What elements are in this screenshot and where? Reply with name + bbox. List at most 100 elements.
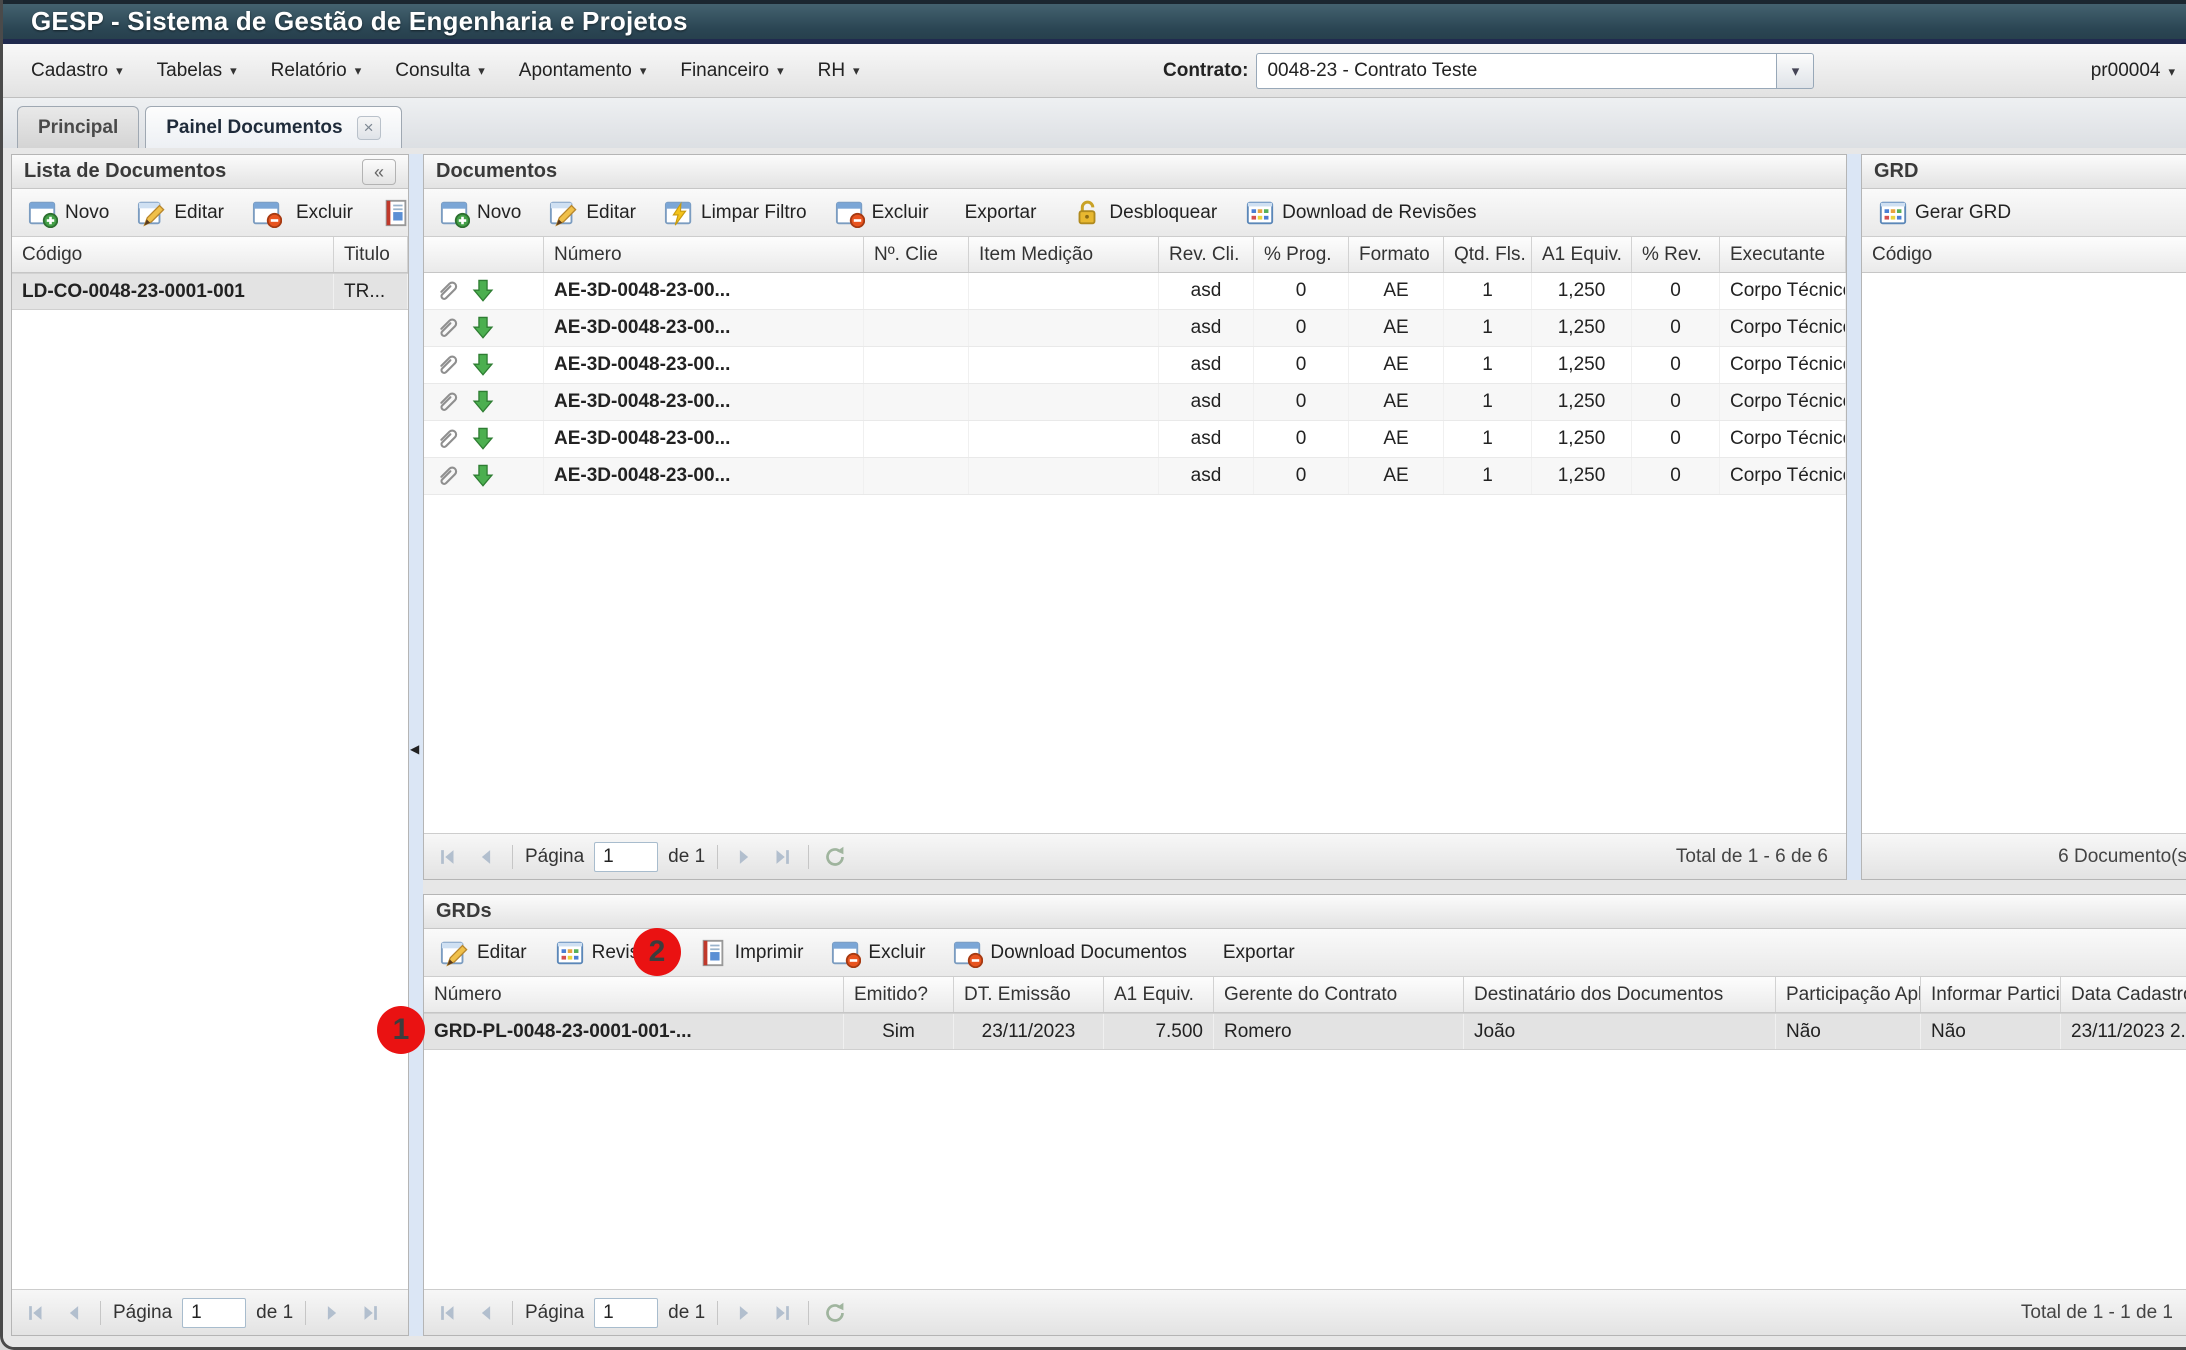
- menu-cadastro[interactable]: Cadastro▾: [31, 60, 123, 82]
- column-header-codigo[interactable]: Código: [1862, 237, 2186, 272]
- pager-refresh-button[interactable]: [821, 1299, 849, 1327]
- column-header-formato[interactable]: Formato: [1349, 237, 1444, 272]
- documento-row[interactable]: AE-3D-0048-23-00... asd 0 AE 1 1,250 0 C…: [424, 347, 1846, 384]
- doc-numero: AE-3D-0048-23-00...: [544, 458, 864, 494]
- vertical-splitter-right[interactable]: [1847, 154, 1861, 880]
- pager-refresh-button[interactable]: [821, 843, 849, 871]
- pager-first-button[interactable]: [22, 1299, 50, 1327]
- main-area: Lista de Documentos « Novo Editar: [3, 148, 2186, 1350]
- grd-row-selected[interactable]: GRD-PL-0048-23-0001-001-... Sim 23/11/20…: [424, 1013, 2186, 1050]
- column-header-participacao[interactable]: Participação Aplic: [1776, 977, 1921, 1012]
- doc-prog: 0: [1254, 384, 1349, 420]
- documento-row[interactable]: AE-3D-0048-23-00... asd 0 AE 1 1,250 0 C…: [424, 458, 1846, 495]
- documentos-editar-button[interactable]: Editar: [543, 194, 642, 232]
- menu-rh[interactable]: RH▾: [818, 60, 860, 82]
- contract-combo-dropdown-button[interactable]: ▾: [1776, 53, 1814, 89]
- menu-financeiro[interactable]: Financeiro▾: [680, 60, 783, 82]
- column-header-prog[interactable]: % Prog.: [1254, 237, 1349, 272]
- documento-row[interactable]: AE-3D-0048-23-00... asd 0 AE 1 1,250 0 C…: [424, 384, 1846, 421]
- documentos-limpar-filtro-button[interactable]: Limpar Filtro: [658, 194, 813, 232]
- tab-close-icon[interactable]: ×: [357, 116, 381, 140]
- pager-next-button[interactable]: [730, 1299, 758, 1327]
- documentos-novo-button[interactable]: Novo: [434, 194, 527, 232]
- tab-strip: Principal Painel Documentos ×: [3, 98, 2186, 148]
- lista-page-input[interactable]: [182, 1298, 246, 1328]
- user-menu[interactable]: pr00004▾: [2091, 44, 2175, 98]
- lista-excluir-button[interactable]: Excluir: [246, 194, 359, 232]
- column-header-gerente[interactable]: Gerente do Contrato: [1214, 977, 1464, 1012]
- documentos-page-input[interactable]: [594, 842, 658, 872]
- chevron-down-icon: ▾: [478, 64, 485, 77]
- grds-excluir-button[interactable]: Excluir: [825, 934, 931, 972]
- column-header-a1-equiv[interactable]: A1 Equiv.: [1104, 977, 1214, 1012]
- column-header-a1-equiv[interactable]: A1 Equiv.: [1532, 237, 1632, 272]
- menu-relatorio[interactable]: Relatório▾: [271, 60, 362, 82]
- tab-principal[interactable]: Principal: [17, 106, 139, 148]
- column-header-destinatario[interactable]: Destinatário dos Documentos: [1464, 977, 1776, 1012]
- lista-editar-button[interactable]: Editar: [131, 194, 230, 232]
- documento-row[interactable]: AE-3D-0048-23-00... asd 0 AE 1 1,250 0 C…: [424, 310, 1846, 347]
- column-header-numero[interactable]: Número: [424, 977, 844, 1012]
- pager-last-button[interactable]: [768, 1299, 796, 1327]
- lista-imprimir-button[interactable]: Im: [375, 194, 408, 232]
- download-window-icon: [953, 938, 983, 968]
- column-header-item-medicao[interactable]: Item Medição: [969, 237, 1159, 272]
- column-header-numero[interactable]: Número: [544, 237, 864, 272]
- column-header-rev-pct[interactable]: % Rev.: [1632, 237, 1720, 272]
- pager-prev-button[interactable]: [60, 1299, 88, 1327]
- documentos-excluir-button[interactable]: Excluir: [829, 194, 935, 232]
- documentos-download-revisoes-button[interactable]: Download de Revisões: [1239, 194, 1482, 232]
- contract-combo-input[interactable]: [1256, 53, 1776, 89]
- download-arrow-icon: [470, 278, 496, 304]
- chevron-down-icon: ▾: [777, 64, 784, 77]
- gerar-grd-button[interactable]: Gerar GRD: [1872, 194, 2017, 232]
- pager-last-button[interactable]: [356, 1299, 384, 1327]
- column-header-emitido[interactable]: Emitido?: [844, 977, 954, 1012]
- column-header-n-cliente[interactable]: Nº. Clie: [864, 237, 969, 272]
- tab-painel-documentos[interactable]: Painel Documentos ×: [145, 106, 401, 148]
- documento-row[interactable]: AE-3D-0048-23-00... asd 0 AE 1 1,250 0 C…: [424, 421, 1846, 458]
- grds-editar-button[interactable]: Editar: [434, 934, 533, 972]
- pager-prev-button[interactable]: [472, 1299, 500, 1327]
- lista-row-selected[interactable]: LD-CO-0048-23-0001-001 TR...: [12, 273, 408, 310]
- pager-next-button[interactable]: [318, 1299, 346, 1327]
- documento-row[interactable]: AE-3D-0048-23-00... asd 0 AE 1 1,250 0 C…: [424, 273, 1846, 310]
- doc-rev-pct: 0: [1632, 273, 1720, 309]
- column-header-qtd-fls[interactable]: Qtd. Fls.: [1444, 237, 1532, 272]
- menu-tabelas[interactable]: Tabelas▾: [157, 60, 237, 82]
- column-header-informar[interactable]: Informar Particip: [1921, 977, 2061, 1012]
- menu-rh-label: RH: [818, 60, 845, 82]
- documentos-exportar-button[interactable]: Exportar: [951, 198, 1051, 228]
- edit-pencil-icon: [549, 198, 579, 228]
- column-header-executante[interactable]: Executante: [1720, 237, 1846, 272]
- collapse-panel-button[interactable]: «: [362, 159, 396, 185]
- grds-exportar-button[interactable]: Exportar: [1209, 938, 1309, 968]
- doc-formato: AE: [1349, 384, 1444, 420]
- grds-download-documentos-button[interactable]: Download Documentos: [947, 934, 1192, 972]
- menu-apontamento[interactable]: Apontamento▾: [519, 60, 647, 82]
- doc-rev-cli: asd: [1159, 384, 1254, 420]
- column-header-rev-cli[interactable]: Rev. Cli.: [1159, 237, 1254, 272]
- column-header-dt-emissao[interactable]: DT. Emissão: [954, 977, 1104, 1012]
- column-header-titulo[interactable]: Titulo: [334, 237, 408, 272]
- lista-novo-button[interactable]: Novo: [22, 194, 115, 232]
- column-header-data-cadastro[interactable]: Data Cadastro: [2061, 977, 2186, 1012]
- pager-first-button[interactable]: [434, 1299, 462, 1327]
- documentos-desbloquear-button[interactable]: Desbloquear: [1066, 194, 1223, 232]
- grds-imprimir-button[interactable]: Imprimir: [692, 934, 810, 972]
- pager-prev-button[interactable]: [472, 843, 500, 871]
- menu-consulta[interactable]: Consulta▾: [395, 60, 485, 82]
- pager-first-button[interactable]: [434, 843, 462, 871]
- grds-page-input[interactable]: [594, 1298, 658, 1328]
- column-header-codigo[interactable]: Código: [12, 237, 334, 272]
- doc-qtd: 1: [1444, 384, 1532, 420]
- download-arrow-icon: [470, 315, 496, 341]
- refresh-icon: [823, 1301, 847, 1325]
- lista-grid-header: Código Titulo: [12, 237, 408, 273]
- collapse-left-icon[interactable]: ◀: [410, 742, 419, 756]
- unlock-icon: [1072, 198, 1102, 228]
- contract-selector: Contrato: ▾: [1163, 44, 1814, 98]
- vertical-splitter-left[interactable]: ◀: [409, 154, 423, 1336]
- pager-next-button[interactable]: [730, 843, 758, 871]
- pager-last-button[interactable]: [768, 843, 796, 871]
